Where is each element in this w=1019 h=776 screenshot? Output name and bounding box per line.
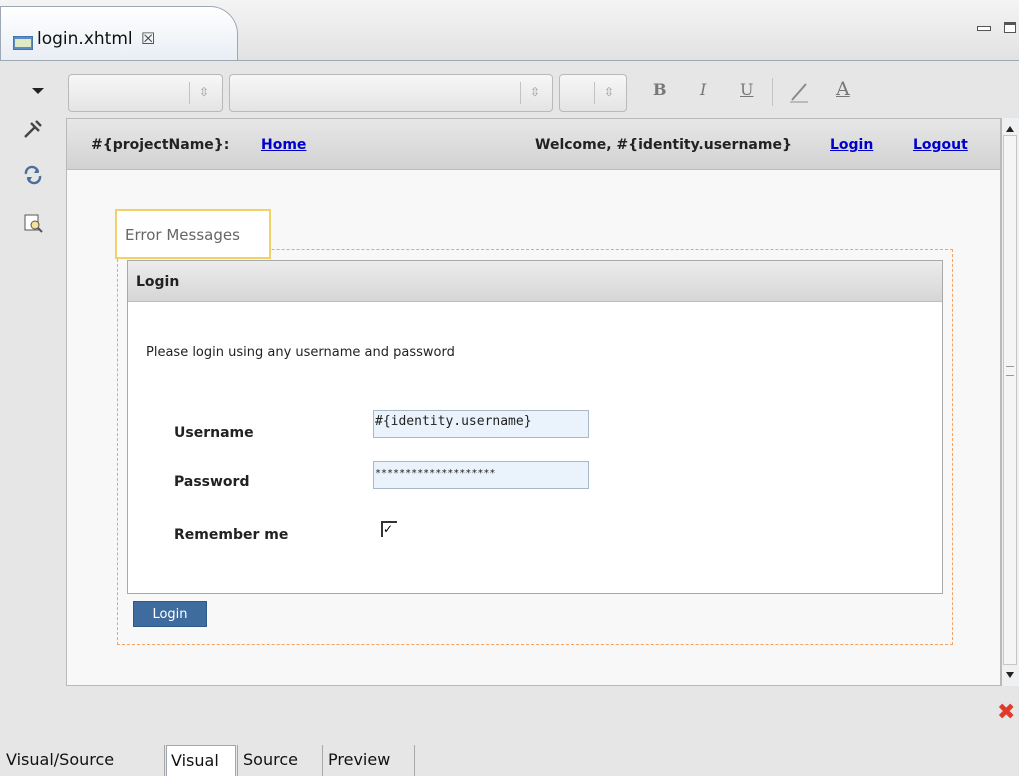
preview-icon[interactable]: [22, 212, 44, 234]
close-tab-icon[interactable]: ☒: [141, 29, 155, 48]
username-label: Username: [174, 425, 254, 441]
tab-separator: [164, 745, 165, 776]
tab-preview-label: Preview: [328, 750, 391, 769]
scrollbar-thumb[interactable]: [1003, 135, 1017, 665]
tab-separator: [414, 745, 415, 776]
spin-arrows-icon[interactable]: ⇳: [199, 86, 209, 98]
project-name-label: #{projectName}:: [91, 137, 230, 153]
font-family-combo[interactable]: ⇳: [229, 74, 553, 112]
page-header: #{projectName}: Home Welcome, #{identity…: [67, 119, 1000, 170]
visual-editor-canvas[interactable]: #{projectName}: Home Welcome, #{identity…: [66, 118, 1001, 686]
tab-visual-label: Visual: [171, 751, 219, 770]
format-combo[interactable]: ⇳: [68, 74, 223, 112]
editor-tab-login-xhtml[interactable]: login.xhtml ☒: [0, 6, 238, 60]
tab-visual[interactable]: Visual: [166, 745, 236, 776]
tools-icon[interactable]: [22, 118, 44, 140]
spin-arrows-icon[interactable]: ⇳: [604, 86, 614, 98]
scroll-up-arrow-icon[interactable]: [1006, 126, 1014, 132]
login-instruction: Please login using any username and pass…: [146, 345, 455, 360]
italic-button[interactable]: I: [700, 80, 706, 99]
maximize-icon[interactable]: [1004, 22, 1016, 33]
tab-visual-source[interactable]: Visual/Source: [0, 745, 163, 776]
login-link[interactable]: Login: [830, 137, 873, 153]
tab-preview[interactable]: Preview: [324, 745, 414, 776]
remember-me-checkbox[interactable]: ✓: [381, 521, 397, 537]
scroll-down-arrow-icon[interactable]: [1006, 672, 1014, 678]
refresh-icon[interactable]: [22, 164, 44, 186]
password-label: Password: [174, 474, 250, 490]
bold-button[interactable]: B: [653, 80, 667, 99]
login-submit-button[interactable]: Login: [133, 601, 207, 627]
html-file-icon: [13, 36, 33, 50]
font-size-combo[interactable]: ⇳: [559, 74, 627, 112]
checkmark-icon: ✓: [383, 522, 394, 536]
combo-separator: [520, 82, 521, 104]
tab-separator: [322, 745, 323, 776]
toolbar-menu-dropdown-icon[interactable]: [32, 88, 44, 94]
combo-separator: [594, 82, 595, 104]
toolbar-separator: [772, 78, 773, 106]
scrollbar-grip: [1006, 366, 1014, 376]
error-messages-box: Error Messages: [115, 209, 271, 259]
logout-link[interactable]: Logout: [913, 137, 968, 153]
minimize-icon[interactable]: [977, 26, 991, 31]
close-x-icon[interactable]: ✖: [997, 700, 1015, 725]
error-messages-label: Error Messages: [125, 226, 240, 244]
username-field[interactable]: #{identity.username}: [373, 410, 589, 438]
combo-separator: [189, 82, 190, 104]
login-panel: Login Please login using any username an…: [127, 260, 943, 594]
highlight-color-icon[interactable]: [788, 80, 810, 104]
login-panel-title: Login: [136, 274, 180, 290]
tab-visual-source-label: Visual/Source: [6, 750, 115, 769]
remember-me-label: Remember me: [174, 527, 289, 543]
login-submit-label: Login: [152, 607, 188, 622]
tab-source-label: Source: [243, 750, 298, 769]
spin-arrows-icon[interactable]: ⇳: [530, 86, 540, 98]
home-link[interactable]: Home: [261, 137, 306, 153]
font-color-button[interactable]: A: [836, 78, 850, 100]
tab-separator: [237, 745, 238, 776]
tab-source[interactable]: Source: [239, 745, 321, 776]
password-field[interactable]: ********************: [373, 461, 589, 489]
login-panel-header: Login: [128, 261, 942, 302]
editor-tab-title: login.xhtml: [37, 29, 133, 49]
welcome-text: Welcome, #{identity.username}: [535, 137, 792, 153]
underline-button[interactable]: U: [740, 80, 753, 99]
